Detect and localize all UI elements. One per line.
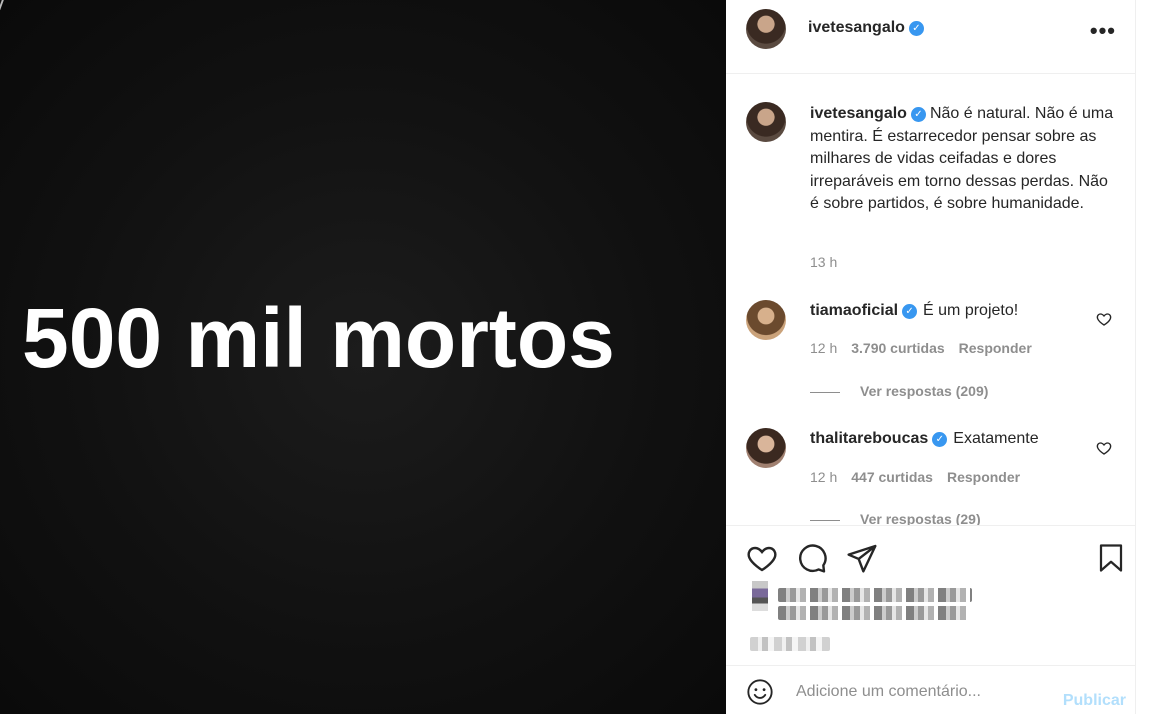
verified-badge-icon: ✓ [902, 304, 918, 319]
post-image-text: 500 mil mortos [22, 291, 615, 385]
comment-avatar[interactable] [746, 428, 786, 468]
comments-list[interactable]: ivetesangalo ✓ Não é natural. Não é uma me… [726, 75, 1136, 525]
liked-by-blurred [778, 588, 972, 602]
post-actions [726, 525, 1136, 665]
bookmark-icon[interactable] [1096, 542, 1126, 574]
comment-input[interactable] [796, 680, 1046, 704]
caption-time[interactable]: 13 h [810, 254, 837, 270]
caption-avatar[interactable] [746, 102, 786, 142]
view-replies-button[interactable]: Ver respostas (209) [810, 383, 988, 399]
paper-plane-icon[interactable] [846, 542, 878, 574]
author-username[interactable]: ivetesangalo [808, 19, 905, 36]
verified-badge-icon: ✓ [932, 432, 948, 447]
comment-text-row: tiamaoficial ✓ É um projeto! [810, 302, 1018, 320]
view-replies-label: Ver respostas (209) [860, 383, 989, 399]
view-replies-button[interactable]: Ver respostas (29) [810, 511, 981, 525]
comment-username[interactable]: thalitareboucas [810, 430, 928, 447]
caption: ivetesangalo ✓ Não é natural. Não é uma me… [810, 103, 1120, 216]
comment-time[interactable]: 12 h [810, 469, 837, 485]
comment-likes[interactable]: 3.790 curtidas [851, 340, 944, 356]
comment-likes[interactable]: 447 curtidas [851, 469, 933, 485]
caption-username[interactable]: ivetesangalo [810, 105, 907, 122]
comment-time[interactable]: 12 h [810, 340, 837, 356]
verified-badge-icon: ✓ [910, 107, 926, 122]
post-details-panel: ivetesangalo ✓ ••• ivetesangalo ✓ Não é nat… [726, 0, 1136, 714]
comment-meta: 12 h 3.790 curtidas Responder [810, 340, 1046, 356]
liked-by-blurred-line2 [778, 606, 968, 620]
verified-badge-icon: ✓ [908, 21, 924, 36]
reply-button[interactable]: Responder [959, 340, 1032, 356]
comment-username[interactable]: tiamaoficial [810, 302, 898, 319]
add-comment-bar: Publicar [726, 665, 1136, 714]
post-image[interactable]: 500 mil mortos [0, 0, 726, 714]
comment-avatar[interactable] [746, 300, 786, 340]
publish-button[interactable]: Publicar [1063, 692, 1126, 710]
view-replies-label: Ver respostas (29) [860, 511, 981, 525]
comment-text: É um projeto! [923, 302, 1019, 319]
heart-icon[interactable] [746, 542, 778, 574]
comment-text: Exatamente [953, 430, 1039, 447]
author-name-row: ivetesangalo ✓ [808, 19, 924, 37]
author-avatar[interactable] [746, 9, 786, 49]
more-options-icon[interactable]: ••• [1090, 18, 1116, 44]
comment-meta: 12 h 447 curtidas Responder [810, 469, 1034, 485]
reply-button[interactable]: Responder [947, 469, 1020, 485]
comment-icon[interactable] [796, 542, 828, 574]
post-date-blurred [750, 637, 830, 651]
replies-divider [810, 519, 840, 521]
post-header: ivetesangalo ✓ ••• [726, 0, 1136, 74]
comment-like-heart-icon[interactable] [1096, 311, 1112, 327]
corner-mark [0, 0, 8, 10]
comment-like-heart-icon[interactable] [1096, 440, 1112, 456]
replies-divider [810, 391, 840, 393]
comment-text-row: thalitareboucas ✓ Exatamente [810, 430, 1039, 448]
caption-meta: 13 h [810, 254, 851, 270]
emoji-icon[interactable] [746, 678, 774, 706]
liked-by-avatar [752, 581, 768, 611]
